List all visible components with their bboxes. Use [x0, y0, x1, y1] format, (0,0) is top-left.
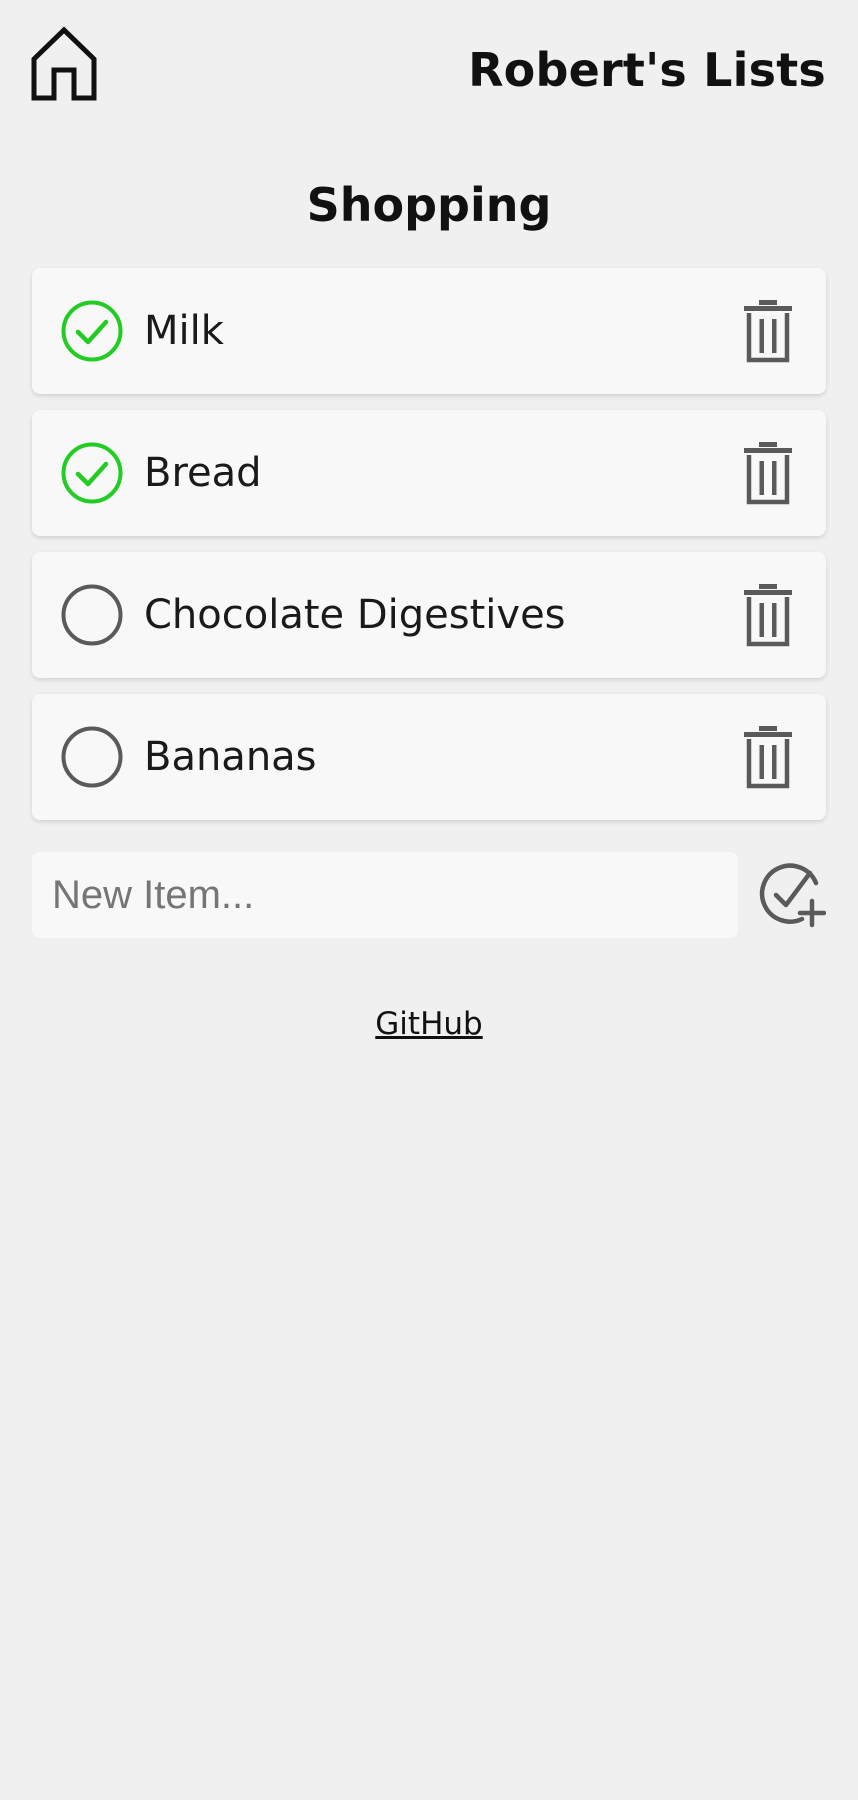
list-item: Milk: [32, 268, 826, 394]
item-label: Milk: [144, 308, 224, 354]
trash-icon: [744, 726, 792, 789]
check-circle-plus-icon: [759, 863, 826, 928]
trash-icon: [744, 442, 792, 505]
list-item: Bread: [32, 410, 826, 536]
check-circle-icon: [61, 300, 123, 362]
new-item-input[interactable]: [32, 852, 738, 938]
new-item-row: [32, 852, 826, 938]
item-label: Bananas: [144, 734, 317, 780]
item-checkbox[interactable]: [60, 441, 124, 505]
home-button[interactable]: [30, 26, 98, 102]
delete-item-button[interactable]: [742, 298, 794, 364]
list-title: Shopping: [306, 178, 552, 232]
app-title: Robert's Lists: [468, 43, 826, 97]
delete-item-button[interactable]: [742, 440, 794, 506]
trash-icon: [744, 300, 792, 363]
trash-icon: [744, 584, 792, 647]
add-item-button[interactable]: [758, 861, 826, 929]
item-label: Bread: [144, 450, 262, 496]
delete-item-button[interactable]: [742, 724, 794, 790]
footer: GitHub: [0, 1000, 858, 1048]
home-icon: [31, 26, 97, 101]
item-checkbox[interactable]: [60, 725, 124, 789]
delete-item-button[interactable]: [742, 582, 794, 648]
circle-icon: [61, 726, 123, 788]
item-checkbox[interactable]: [60, 583, 124, 647]
github-link[interactable]: GitHub: [375, 1006, 482, 1042]
item-label: Chocolate Digestives: [144, 592, 566, 638]
list-item: Bananas: [32, 694, 826, 820]
shopping-list: Milk Bread Chocolate Digestives Bananas: [32, 268, 826, 836]
check-circle-icon: [61, 442, 123, 504]
item-checkbox[interactable]: [60, 299, 124, 363]
list-item: Chocolate Digestives: [32, 552, 826, 678]
app-header: Robert's Lists: [0, 0, 858, 130]
circle-icon: [61, 584, 123, 646]
